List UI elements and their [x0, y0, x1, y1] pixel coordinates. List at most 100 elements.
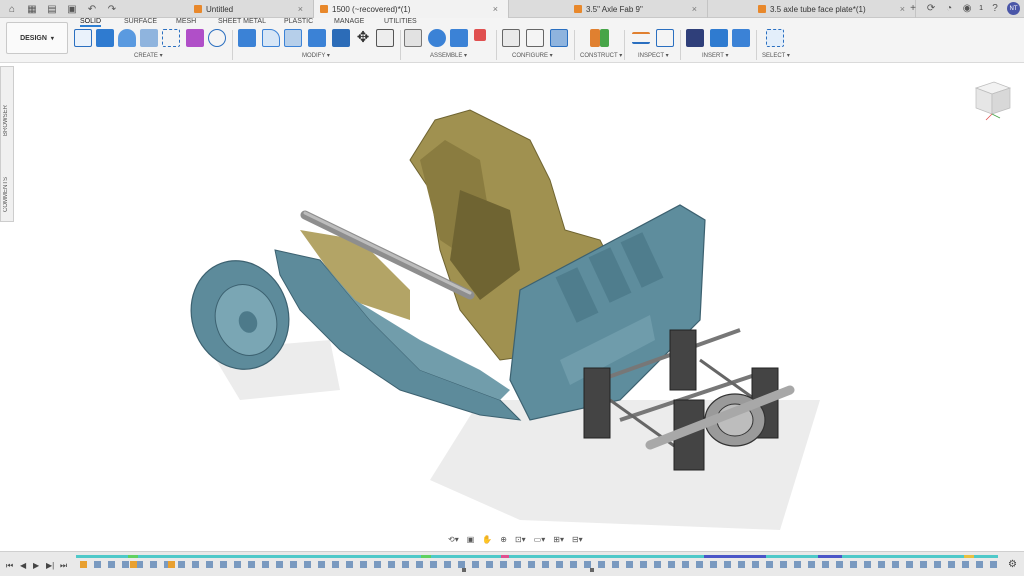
close-icon[interactable]: ×: [298, 4, 303, 14]
window-right-controls: + ⟳ ◔ ◉ 1 ? NT: [907, 2, 1020, 15]
configure-design-icon[interactable]: [502, 29, 520, 47]
tab-solid[interactable]: SOLID: [80, 18, 102, 27]
orbit-icon[interactable]: ⟲▾: [448, 535, 459, 544]
display-settings-icon[interactable]: ▭▾: [534, 535, 546, 544]
extensions-icon[interactable]: ⟳: [925, 3, 937, 15]
group-modify[interactable]: MODIFY ▾: [302, 52, 330, 59]
comments-panel-toggle[interactable]: COMMENTS: [3, 177, 9, 212]
tab-sheet-metal[interactable]: SHEET METAL: [218, 18, 266, 27]
divider: [574, 30, 575, 60]
avatar[interactable]: NT: [1007, 2, 1020, 15]
timeline: ⏮ ◀ ▶ ▶| ⏭ ⚙: [0, 551, 1024, 576]
grid-apps-icon[interactable]: ▦: [26, 3, 38, 15]
help-icon[interactable]: ?: [989, 3, 1001, 15]
group-insert[interactable]: INSERT ▾: [702, 52, 728, 59]
design-cube-icon: [574, 5, 582, 13]
model-viewport[interactable]: [180, 100, 820, 540]
workspace-switcher[interactable]: DESIGN ▾: [6, 22, 68, 54]
zoom-icon[interactable]: ⊕: [500, 535, 507, 544]
divider: [400, 30, 401, 60]
timeline-settings-gear-icon[interactable]: ⚙: [1008, 559, 1017, 570]
tab-axle-tube-face-plate[interactable]: 3.5 axle tube face plate*(1) ×: [752, 0, 916, 18]
tab-label: 3.5" Axle Fab 9": [586, 4, 643, 14]
group-construct[interactable]: CONSTRUCT ▾: [580, 52, 622, 59]
align-icon[interactable]: [376, 29, 394, 47]
measure-icon[interactable]: [632, 32, 650, 44]
close-icon[interactable]: ×: [900, 4, 905, 14]
select-icon[interactable]: [766, 29, 784, 47]
design-cube-icon: [758, 5, 766, 13]
pattern-icon[interactable]: [162, 29, 180, 47]
add-tab-icon[interactable]: +: [907, 3, 919, 15]
construct-plane-icon[interactable]: [600, 29, 609, 47]
step-forward-icon[interactable]: ▶|: [46, 561, 54, 570]
divider: [624, 30, 625, 60]
tab-mesh[interactable]: MESH: [176, 18, 196, 27]
insert-canvas-icon[interactable]: [732, 29, 750, 47]
group-select[interactable]: SELECT ▾: [762, 52, 790, 59]
move-copy-icon[interactable]: ✥: [354, 29, 372, 47]
configuration-table-icon[interactable]: [526, 29, 544, 47]
shell-icon[interactable]: [284, 29, 302, 47]
timeline-feature-strip[interactable]: [76, 555, 998, 573]
undo-icon[interactable]: ↶: [86, 3, 98, 15]
derive-icon[interactable]: [208, 29, 226, 47]
group-inspect[interactable]: INSPECT ▾: [638, 52, 669, 59]
play-icon[interactable]: ▶: [33, 561, 39, 570]
file-menu-icon[interactable]: ▤: [46, 3, 58, 15]
press-pull-icon[interactable]: [238, 29, 256, 47]
tab-1500-recovered[interactable]: 1500 (~recovered)*(1) ×: [314, 0, 509, 18]
tab-manage[interactable]: MANAGE: [334, 18, 364, 27]
design-cube-icon: [194, 5, 202, 13]
close-icon[interactable]: ×: [692, 4, 697, 14]
create-form-icon[interactable]: [186, 29, 204, 47]
pan-icon[interactable]: ✋: [482, 535, 492, 544]
fillet-icon[interactable]: [262, 29, 280, 47]
browser-panel-toggle[interactable]: BROWSER: [3, 105, 9, 136]
workspace-label: DESIGN: [20, 34, 47, 42]
interference-icon[interactable]: [656, 29, 674, 47]
combine-icon[interactable]: [308, 29, 326, 47]
joint-origin-icon[interactable]: [474, 29, 486, 41]
tab-label: 3.5 axle tube face plate*(1): [770, 4, 866, 14]
close-icon[interactable]: ×: [493, 4, 498, 14]
tab-untitled[interactable]: Untitled ×: [188, 0, 314, 18]
new-component-icon[interactable]: [404, 29, 422, 47]
step-back-icon[interactable]: ◀: [20, 561, 26, 570]
split-body-icon[interactable]: [332, 29, 350, 47]
toolbar-ribbon: DESIGN ▾ SOLID SURFACE MESH SHEET METAL …: [0, 18, 1024, 63]
viewports-icon[interactable]: ⊟▾: [572, 535, 583, 544]
group-create[interactable]: CREATE ▾: [134, 52, 163, 59]
insert-mesh-icon[interactable]: [710, 29, 728, 47]
as-built-joint-icon[interactable]: [450, 29, 468, 47]
create-sketch-icon[interactable]: [74, 29, 92, 47]
redo-icon[interactable]: ↷: [106, 3, 118, 15]
save-icon[interactable]: ▣: [66, 3, 78, 15]
viewcube[interactable]: [966, 74, 1016, 124]
revolve-icon[interactable]: [118, 29, 136, 47]
tab-axle-fab[interactable]: 3.5" Axle Fab 9" ×: [568, 0, 708, 18]
offset-plane-icon[interactable]: [590, 29, 600, 47]
grid-settings-icon[interactable]: ⊞▾: [553, 535, 564, 544]
sweep-icon[interactable]: [140, 29, 158, 47]
go-to-start-icon[interactable]: ⏮: [6, 561, 13, 571]
divider: [232, 30, 233, 60]
tab-surface[interactable]: SURFACE: [124, 18, 157, 27]
extrude-icon[interactable]: [96, 29, 114, 47]
home-icon[interactable]: ⌂: [6, 3, 18, 15]
job-status-icon[interactable]: ◔: [943, 3, 955, 15]
insert-svg-icon[interactable]: [686, 29, 704, 47]
configuration-rules-icon[interactable]: [550, 29, 568, 47]
document-tab-bar: ⌂ ▦ ▤ ▣ ↶ ↷ Untitled × 1500 (~recovered)…: [0, 0, 1024, 18]
tab-plastic[interactable]: PLASTIC: [284, 18, 313, 27]
notifications-icon[interactable]: ◉: [961, 3, 973, 15]
joint-icon[interactable]: [428, 29, 446, 47]
look-at-icon[interactable]: ▣: [467, 535, 475, 544]
go-to-end-icon[interactable]: ⏭: [60, 561, 67, 571]
tab-utilities[interactable]: UTILITIES: [384, 18, 417, 27]
fit-icon[interactable]: ⊡▾: [515, 535, 526, 544]
group-assemble[interactable]: ASSEMBLE ▾: [430, 52, 467, 59]
group-label: ASSEMBLE: [430, 53, 463, 59]
group-configure[interactable]: CONFIGURE ▾: [512, 52, 553, 59]
group-label: CREATE: [134, 53, 158, 59]
